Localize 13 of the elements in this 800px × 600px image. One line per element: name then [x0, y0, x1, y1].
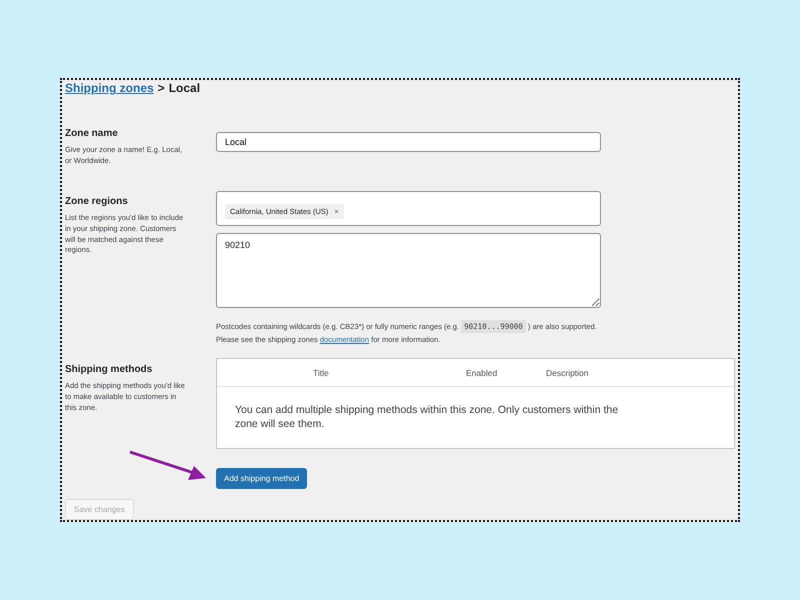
zone-name-field[interactable]: Local: [216, 132, 601, 152]
column-header: Enabled: [466, 368, 498, 378]
shipping-methods-label: Shipping methods: [65, 364, 154, 376]
add-shipping-method-button[interactable]: Add shipping method: [216, 468, 308, 490]
zone-name-label: Zone name: [65, 128, 119, 139]
breadcrumb-separator: >: [158, 81, 165, 95]
breadcrumb-current: Local: [168, 81, 200, 95]
postcodes-field[interactable]: 90210: [216, 232, 601, 308]
empty-methods-message: You can add multiple shipping methods within this zone. Only customers within the zone will see them.: [234, 403, 620, 432]
column-header: Description: [546, 368, 589, 378]
breadcrumb-link[interactable]: Shipping zones: [65, 81, 154, 95]
column-header: Title: [313, 368, 329, 378]
zone-regions-label: Zone regions: [65, 196, 129, 207]
